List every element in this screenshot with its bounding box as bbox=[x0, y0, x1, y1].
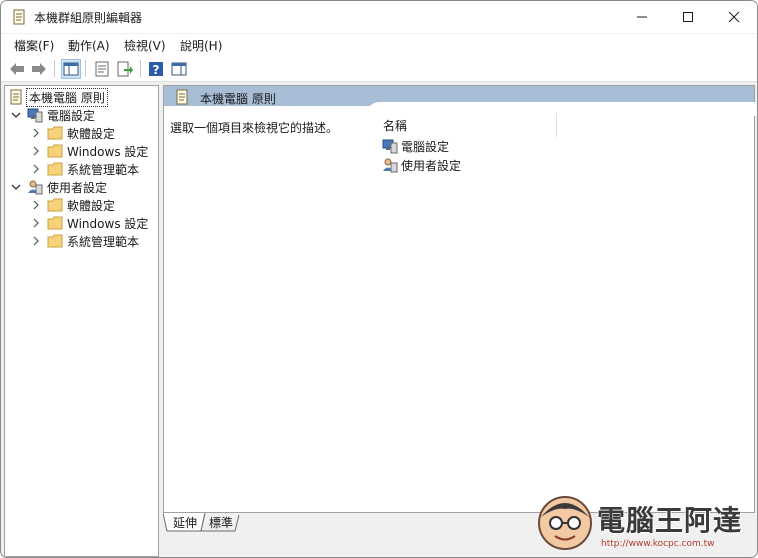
forward-button[interactable] bbox=[29, 59, 49, 79]
console-tree: 本機電腦 原則 電腦設定 軟體設定 Windows 設定 系統管理範本 使用者設… bbox=[4, 85, 159, 557]
toolbar-separator bbox=[140, 60, 141, 77]
chevron-right-icon[interactable] bbox=[31, 200, 41, 210]
tree-item-label: 系統管理範本 bbox=[67, 234, 140, 249]
toolbar-separator bbox=[54, 60, 55, 77]
tree-item-label: 軟體設定 bbox=[67, 198, 116, 213]
tree-item-label: Windows 設定 bbox=[67, 144, 149, 159]
list-item-label: 使用者設定 bbox=[401, 158, 462, 173]
folder-icon bbox=[47, 198, 63, 212]
details-pane: 本機電腦 原則 選取一個項目來檢視它的描述。 名稱 電腦設定 使用者設定 bbox=[163, 85, 757, 513]
policy-document-icon bbox=[10, 89, 22, 105]
back-icon bbox=[10, 63, 24, 75]
chevron-down-icon[interactable] bbox=[11, 110, 21, 120]
folder-icon bbox=[47, 144, 63, 158]
watermark: 電腦王阿達 http://www.kocpc.com.tw bbox=[531, 491, 757, 557]
show-hide-tree-icon bbox=[63, 62, 79, 76]
properties-button[interactable] bbox=[92, 59, 112, 79]
folder-icon bbox=[47, 216, 63, 230]
tree-item-label: 系統管理範本 bbox=[67, 162, 140, 177]
minimize-icon bbox=[637, 16, 647, 18]
tree-item-admin-templates[interactable]: 系統管理範本 bbox=[31, 232, 139, 250]
tree-item-label: 使用者設定 bbox=[47, 180, 108, 195]
list-item-user-config[interactable]: 使用者設定 bbox=[382, 156, 461, 174]
show-hide-action-pane-icon bbox=[171, 62, 187, 76]
folder-icon bbox=[47, 162, 63, 176]
forward-icon bbox=[32, 63, 46, 75]
maximize-button[interactable] bbox=[665, 1, 711, 33]
computer-icon bbox=[382, 139, 398, 154]
tree-item-windows-settings[interactable]: Windows 設定 bbox=[31, 142, 148, 160]
close-icon bbox=[728, 11, 740, 23]
user-icon bbox=[383, 158, 398, 173]
chevron-right-icon[interactable] bbox=[31, 146, 41, 156]
menu-action[interactable]: 動作(A) bbox=[68, 37, 110, 54]
chevron-right-icon[interactable] bbox=[31, 128, 41, 138]
description-text: 選取一個項目來檢視它的描述。 bbox=[170, 121, 339, 135]
tree-item-user-config[interactable]: 使用者設定 bbox=[11, 178, 107, 196]
policy-editor-icon bbox=[13, 9, 25, 25]
app-window: 本機群組原則編輯器 檔案(F) 動作(A) 檢視(V) 說明(H) ? 本機電腦… bbox=[0, 0, 758, 558]
tree-item-windows-settings[interactable]: Windows 設定 bbox=[31, 214, 148, 232]
folder-icon bbox=[47, 234, 63, 248]
toolbar: ? bbox=[1, 56, 757, 82]
list-item-label: 電腦設定 bbox=[401, 139, 450, 154]
menu-file[interactable]: 檔案(F) bbox=[14, 37, 54, 54]
title-bar[interactable]: 本機群組原則編輯器 bbox=[1, 1, 757, 33]
menu-bar: 檔案(F) 動作(A) 檢視(V) 說明(H) bbox=[1, 34, 757, 56]
tree-item-label: 本機電腦 原則 bbox=[26, 87, 108, 107]
computer-icon bbox=[27, 108, 43, 123]
tab-standard[interactable]: 標準 bbox=[203, 513, 239, 531]
minimize-button[interactable] bbox=[619, 1, 665, 33]
tree-item-label: 軟體設定 bbox=[67, 126, 116, 141]
details-title: 本機電腦 原則 bbox=[200, 92, 276, 106]
export-list-icon bbox=[117, 61, 133, 77]
policy-document-icon bbox=[176, 89, 188, 105]
list-item-computer-config[interactable]: 電腦設定 bbox=[382, 137, 449, 155]
export-list-button[interactable] bbox=[115, 59, 135, 79]
menu-view[interactable]: 檢視(V) bbox=[124, 37, 166, 54]
column-separator[interactable] bbox=[556, 113, 557, 137]
tab-extended[interactable]: 延伸 bbox=[167, 513, 203, 531]
tree-item-admin-templates[interactable]: 系統管理範本 bbox=[31, 160, 139, 178]
back-button[interactable] bbox=[7, 59, 27, 79]
toolbar-separator bbox=[85, 60, 86, 77]
tree-item-software-settings[interactable]: 軟體設定 bbox=[31, 196, 115, 214]
watermark-url: http://www.kocpc.com.tw bbox=[601, 539, 715, 549]
watermark-title: 電腦王阿達 bbox=[597, 504, 743, 537]
chevron-right-icon[interactable] bbox=[31, 236, 41, 246]
tree-item-label: 電腦設定 bbox=[47, 108, 96, 123]
window-title: 本機群組原則編輯器 bbox=[34, 11, 143, 25]
user-icon bbox=[28, 180, 43, 195]
show-hide-tree-button[interactable] bbox=[61, 59, 81, 79]
tree-item-software-settings[interactable]: 軟體設定 bbox=[31, 124, 115, 142]
chevron-right-icon[interactable] bbox=[31, 218, 41, 228]
chevron-down-icon[interactable] bbox=[11, 182, 21, 192]
column-header-name[interactable]: 名稱 bbox=[383, 117, 407, 134]
svg-text:?: ? bbox=[153, 63, 160, 77]
chevron-right-icon[interactable] bbox=[31, 164, 41, 174]
header-curve bbox=[367, 102, 757, 116]
show-hide-action-pane-button[interactable] bbox=[169, 59, 189, 79]
tree-item-root[interactable]: 本機電腦 原則 bbox=[8, 87, 108, 107]
help-button[interactable]: ? bbox=[146, 59, 166, 79]
folder-icon bbox=[47, 126, 63, 140]
tree-item-label: Windows 設定 bbox=[67, 216, 149, 231]
menu-help[interactable]: 說明(H) bbox=[180, 37, 222, 54]
mascot-logo bbox=[538, 496, 592, 550]
tree-item-computer-config[interactable]: 電腦設定 bbox=[11, 106, 95, 124]
close-button[interactable] bbox=[711, 1, 757, 33]
maximize-icon bbox=[683, 12, 693, 22]
properties-icon bbox=[95, 61, 109, 77]
help-icon: ? bbox=[149, 62, 163, 77]
